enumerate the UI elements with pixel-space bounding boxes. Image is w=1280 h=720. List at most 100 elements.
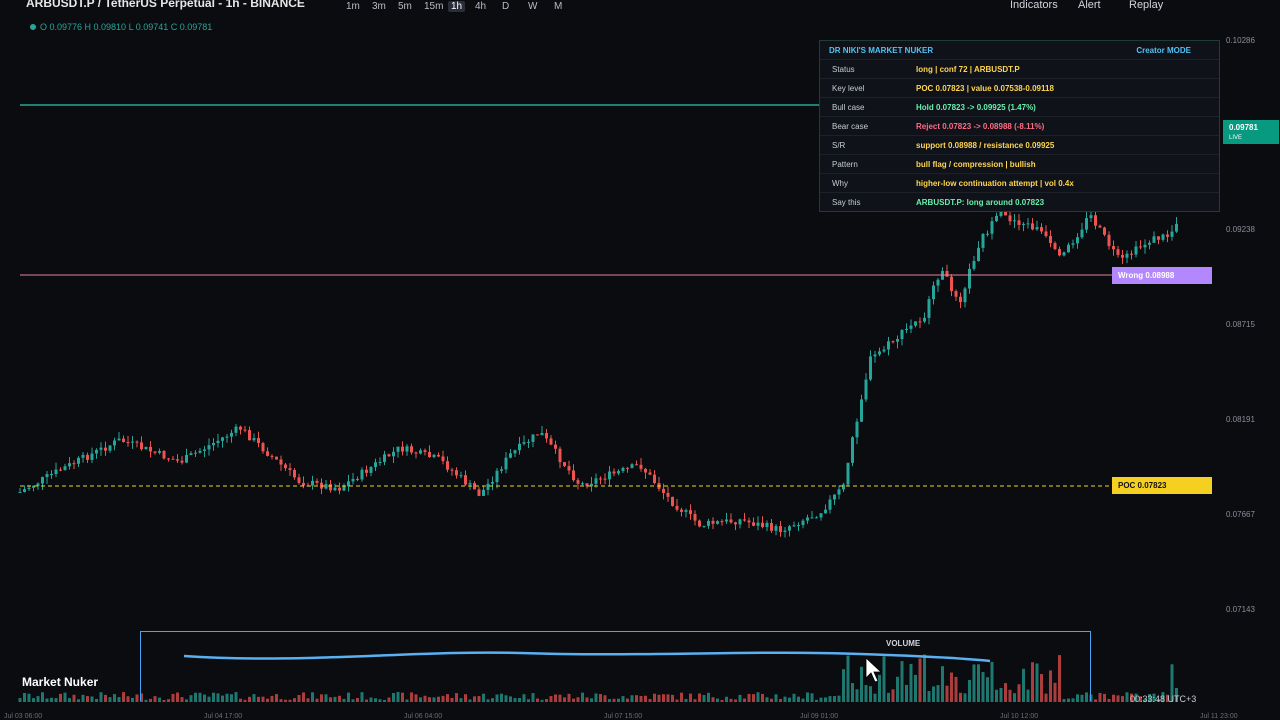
panel-title: DR NIKI'S MARKET NUKER — [829, 46, 934, 55]
candle — [180, 460, 184, 463]
candle — [747, 520, 751, 523]
creator-mode-badge[interactable]: Creator MODE — [1136, 46, 1191, 55]
candle — [257, 438, 260, 444]
candle — [918, 321, 922, 323]
panel-row-value: support 0.08988 / resistance 0.09925 — [916, 141, 1055, 150]
candle — [27, 487, 31, 490]
candle — [275, 456, 278, 460]
candle — [572, 470, 575, 481]
volume-bar — [104, 694, 107, 702]
candle — [446, 461, 449, 470]
candle — [1040, 227, 1043, 232]
candle — [923, 317, 926, 322]
candle — [104, 447, 107, 451]
panel-row-label: Bear case — [832, 122, 869, 131]
candle — [203, 449, 206, 451]
wrong-level-tag: Wrong 0.08988 — [1112, 267, 1212, 284]
candle — [311, 480, 314, 486]
candle — [171, 458, 175, 460]
date-tick: Jul 04 17:00 — [204, 713, 243, 720]
price-tick: 0.07143 — [1226, 605, 1255, 614]
candle — [162, 450, 166, 459]
candle — [612, 471, 616, 474]
candle — [810, 517, 814, 519]
candle — [252, 438, 256, 441]
panel-row: Pattern bull flag / compression | bullish — [820, 154, 1219, 174]
candle — [432, 454, 436, 458]
live-label: LIVE — [1229, 135, 1243, 141]
candle — [711, 520, 715, 524]
candle — [95, 449, 98, 454]
candle — [846, 462, 850, 485]
utc-clock[interactable]: 00:33:48 UTC+3 — [1130, 694, 1196, 704]
candle — [554, 444, 557, 449]
candle — [347, 481, 350, 487]
panel-row-value: bull flag / compression | bullish — [916, 160, 1036, 169]
candle — [774, 526, 778, 531]
candle — [90, 453, 94, 460]
candle — [977, 247, 980, 262]
candle — [837, 489, 841, 495]
candle — [392, 451, 395, 457]
candle — [126, 441, 130, 443]
candle — [1112, 246, 1115, 250]
candle — [828, 499, 832, 510]
candle — [1134, 246, 1138, 255]
candle — [450, 469, 454, 471]
candle — [185, 454, 188, 463]
candle — [873, 354, 877, 357]
candle — [482, 489, 485, 496]
candle — [617, 471, 620, 474]
volume-pane-frame[interactable] — [140, 631, 1091, 701]
candle — [491, 482, 494, 484]
candle — [1130, 253, 1133, 255]
candle — [108, 445, 112, 451]
candle — [725, 519, 728, 522]
volume-bar — [1098, 692, 1102, 702]
candle — [410, 446, 413, 453]
candle — [387, 454, 391, 457]
candle — [86, 454, 89, 460]
price-tick: 0.08715 — [1226, 320, 1255, 329]
candle — [1017, 220, 1021, 225]
candle — [149, 446, 152, 452]
candle — [927, 299, 931, 318]
candle — [630, 464, 634, 468]
candle — [842, 484, 845, 490]
candle — [1085, 218, 1088, 230]
candle — [527, 441, 530, 443]
candle — [684, 510, 688, 512]
panel-row-label: S/R — [832, 141, 846, 150]
candle — [495, 470, 499, 483]
candle — [1076, 237, 1079, 244]
candle — [509, 453, 512, 458]
candle — [549, 438, 553, 445]
candle — [639, 464, 643, 469]
candle — [653, 474, 656, 484]
volume-bar — [77, 699, 80, 702]
panel-row-label: Say this — [832, 198, 861, 207]
candle — [878, 351, 881, 355]
candle — [986, 233, 989, 235]
candle — [644, 468, 647, 473]
candle — [608, 471, 611, 480]
candle — [1008, 215, 1012, 222]
candle — [1044, 231, 1048, 237]
candle — [333, 487, 337, 491]
candle — [662, 488, 665, 494]
volume-bar — [131, 697, 134, 702]
candle — [783, 530, 787, 532]
candle — [266, 451, 269, 456]
panel-row: Bear case Reject 0.07823 -> 0.08988 (-8.1… — [820, 116, 1219, 136]
candle — [338, 487, 341, 491]
candle — [1175, 223, 1178, 232]
candle — [81, 454, 85, 458]
candle — [887, 341, 890, 350]
candle — [707, 520, 710, 526]
live-price-tag: 0.09781 LIVE — [1223, 120, 1279, 144]
candle — [981, 233, 985, 248]
candle — [702, 525, 706, 527]
volume-bar — [90, 696, 94, 702]
candle — [1071, 243, 1075, 245]
volume-bar — [72, 694, 76, 702]
